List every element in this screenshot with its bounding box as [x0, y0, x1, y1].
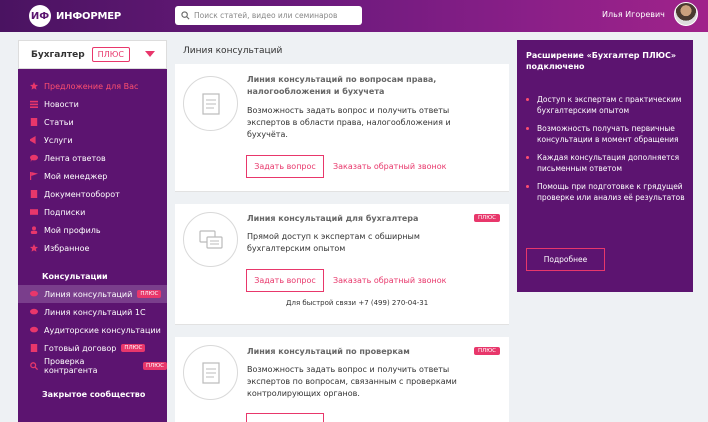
chevron-down-icon[interactable]	[145, 51, 155, 57]
chat-icon	[30, 290, 38, 298]
sidebar-item-subscriptions[interactable]: Подписки	[18, 203, 167, 221]
card-title: Линия консультаций по проверкам	[247, 347, 410, 356]
sidebar-item-label: Услуги	[44, 135, 73, 145]
ask-question-button[interactable]: Задать вопрос	[246, 155, 324, 178]
megaphone-icon	[30, 136, 38, 144]
promo-item: Возможность получать первичные консульта…	[526, 123, 688, 145]
sidebar-item-label: Лента ответов	[44, 153, 106, 163]
flag-icon	[30, 172, 38, 180]
sidebar-item-news[interactable]: Новости	[18, 95, 167, 113]
star-icon	[30, 82, 38, 90]
chat-icon	[183, 212, 238, 267]
phone-note: Для быстрой связи +7 (499) 270-04-31	[286, 299, 429, 307]
chat-icon	[30, 308, 38, 316]
document-icon	[30, 344, 38, 352]
sidebar-item-label: Предложение для Вас	[44, 81, 139, 91]
sidebar-item-favorites[interactable]: Избранное	[18, 239, 167, 257]
chat-icon	[30, 154, 38, 162]
plus-badge: ПЛЮС	[121, 344, 146, 352]
envelope-icon	[30, 208, 38, 216]
search-input[interactable]	[194, 11, 354, 20]
card-title: Линия консультаций для бухгалтера	[247, 214, 419, 223]
card-description: Прямой доступ к экспертам с обширным бух…	[247, 232, 420, 253]
card-title: Линия консультаций по вопросам права, на…	[247, 75, 437, 96]
callback-link[interactable]: Заказать обратный звонок	[333, 276, 446, 285]
sidebar-item-counterparty[interactable]: Проверка контрагента ПЛЮС	[18, 357, 167, 375]
sidebar-item-label: Статьи	[44, 117, 74, 127]
promo-title: Расширение «Бухгалтер ПЛЮС» подключено	[526, 51, 677, 71]
plus-promo-panel: Расширение «Бухгалтер ПЛЮС» подключено Д…	[517, 40, 693, 292]
search-box[interactable]	[175, 6, 362, 25]
chat-icon	[30, 326, 38, 334]
star-icon	[30, 244, 38, 252]
sidebar-item-docflow[interactable]: Документооборот	[18, 185, 167, 203]
sidebar-item-answers[interactable]: Лента ответов	[18, 149, 167, 167]
document-icon	[183, 345, 238, 400]
sidebar-item-label: Аудиторские консультации	[44, 325, 161, 335]
promo-list: Доступ к экспертам с практическим бухгал…	[526, 94, 688, 210]
section-consultations: Консультации	[42, 271, 108, 281]
list-icon	[30, 100, 38, 108]
sidebar-nav: Предложение для Вас Новости Статьи Услуг…	[18, 69, 167, 403]
avatar[interactable]	[674, 2, 698, 26]
callback-link[interactable]: Заказать обратный звонок	[333, 162, 446, 171]
promo-item: Каждая консультация дополняется письменн…	[526, 152, 688, 174]
logo-text: ИНФОРМЕР	[56, 10, 121, 22]
sidebar-item-manager[interactable]: Мой менеджер	[18, 167, 167, 185]
page-title: Линия консультаций	[183, 46, 283, 56]
sidebar-item-label: Мой менеджер	[44, 171, 108, 181]
plus-badge: ПЛЮС	[137, 290, 162, 298]
sidebar-item-offer[interactable]: Предложение для Вас	[18, 77, 167, 95]
document-icon	[183, 76, 238, 131]
search-icon	[181, 11, 190, 20]
sidebar-item-label: Линия консультаций	[44, 289, 133, 299]
sidebar-item-contract[interactable]: Готовый договор ПЛЮС	[18, 339, 167, 357]
promo-item: Доступ к экспертам с практическим бухгал…	[526, 94, 688, 116]
promo-item: Помощь при подготовке к грядущей проверк…	[526, 181, 688, 203]
sidebar-item-label: Проверка контрагента	[44, 357, 98, 375]
ask-question-button[interactable]	[246, 413, 324, 422]
card-description: Возможность задать вопрос и получить отв…	[247, 365, 457, 398]
ask-question-button[interactable]: Задать вопрос	[246, 269, 324, 292]
user-name[interactable]: Илья Игоревич	[602, 10, 665, 19]
sidebar-title: Бухгалтер	[31, 49, 85, 60]
sidebar-item-profile[interactable]: Мой профиль	[18, 221, 167, 239]
logo[interactable]: ИФ ИНФОРМЕР	[29, 5, 121, 27]
sidebar-item-label: Мой профиль	[44, 225, 101, 235]
top-header: ИФ ИНФОРМЕР Илья Игоревич	[0, 0, 708, 32]
sidebar-header[interactable]: Бухгалтер ПЛЮС	[18, 40, 167, 69]
consult-card: Линия консультаций по проверкам ПЛЮС Воз…	[175, 337, 509, 422]
search-icon	[30, 362, 38, 370]
sidebar-item-label: Избранное	[44, 243, 90, 253]
sidebar-item-label: Документооборот	[44, 189, 120, 199]
sidebar: Бухгалтер ПЛЮС Предложение для Вас Новос…	[18, 40, 167, 422]
card-description: Возможность задать вопрос и получить отв…	[247, 106, 451, 139]
plus-badge: ПЛЮС	[473, 347, 500, 355]
consult-card: Линия консультаций для бухгалтера ПЛЮС П…	[175, 204, 509, 325]
plus-badge: ПЛЮС	[473, 214, 500, 222]
user-icon	[30, 226, 38, 234]
sidebar-item-articles[interactable]: Статьи	[18, 113, 167, 131]
section-closed-community: Закрытое сообщество	[42, 389, 146, 399]
sidebar-item-audit[interactable]: Аудиторские консультации	[18, 321, 167, 339]
plus-badge: ПЛЮС	[91, 47, 130, 62]
sidebar-item-consult-line[interactable]: Линия консультаций ПЛЮС	[18, 285, 167, 303]
sidebar-item-consult-1c[interactable]: Линия консультаций 1С	[18, 303, 167, 321]
sidebar-item-label: Готовый договор	[44, 343, 117, 353]
document-icon	[30, 190, 38, 198]
sidebar-item-label: Линия консультаций 1С	[44, 307, 146, 317]
sidebar-item-services[interactable]: Услуги	[18, 131, 167, 149]
consult-card: Линия консультаций по вопросам права, на…	[175, 64, 509, 192]
sidebar-item-label: Новости	[44, 99, 79, 109]
sidebar-item-label: Подписки	[44, 207, 86, 217]
document-icon	[30, 118, 38, 126]
plus-badge: ПЛЮС	[142, 362, 167, 370]
more-button[interactable]: Подробнее	[526, 248, 605, 271]
logo-icon: ИФ	[29, 5, 51, 27]
